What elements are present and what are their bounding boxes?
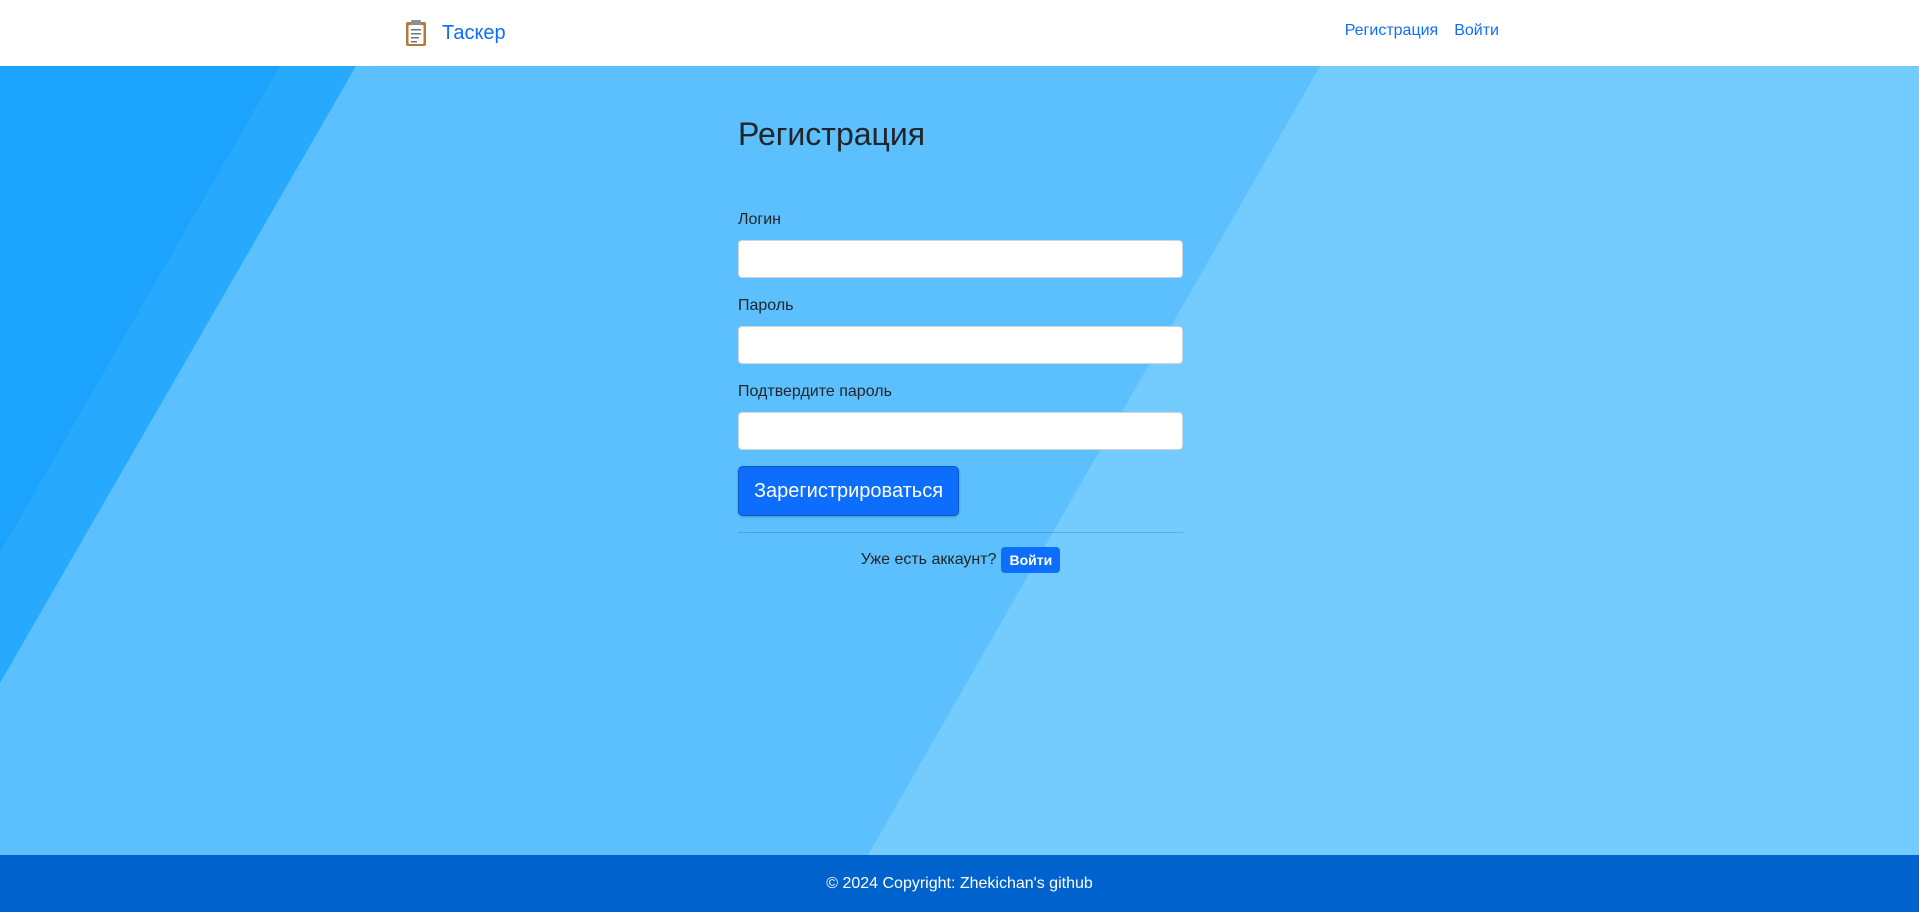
confirm-password-input[interactable] xyxy=(738,412,1183,450)
page: Таскер Регистрация Войти Регистрация Лог… xyxy=(0,0,1919,912)
password-input[interactable] xyxy=(738,326,1183,364)
nav-register-link[interactable]: Регистрация xyxy=(1345,22,1439,40)
nav-login-link[interactable]: Войти xyxy=(1454,22,1499,40)
login-label: Логин xyxy=(738,211,782,228)
navbar: Таскер Регистрация Войти xyxy=(0,0,1919,66)
nav-links: Регистрация Войти xyxy=(1345,22,1499,40)
footer: © 2024 Copyright: Zhekichan's github xyxy=(0,855,1919,912)
clipboard-icon xyxy=(404,19,428,47)
brand-name: Таскер xyxy=(442,21,506,44)
divider xyxy=(738,532,1183,533)
brand-link[interactable]: Таскер xyxy=(404,18,506,48)
page-title: Регистрация xyxy=(738,116,926,152)
password-label: Пароль xyxy=(738,297,794,314)
confirm-password-label: Подтвердите пароль xyxy=(738,383,892,400)
has-account-text: Уже есть аккаунт? xyxy=(860,551,997,568)
has-account-row: Уже есть аккаунт? Войти xyxy=(738,547,1183,573)
login-input[interactable] xyxy=(738,240,1183,278)
footer-copyright[interactable]: © 2024 Copyright: Zhekichan's github xyxy=(826,875,1093,893)
login-button[interactable]: Войти xyxy=(1001,547,1061,573)
background-stripes xyxy=(0,66,1919,855)
register-button[interactable]: Зарегистрироваться xyxy=(738,466,959,516)
page-background xyxy=(0,66,1919,855)
